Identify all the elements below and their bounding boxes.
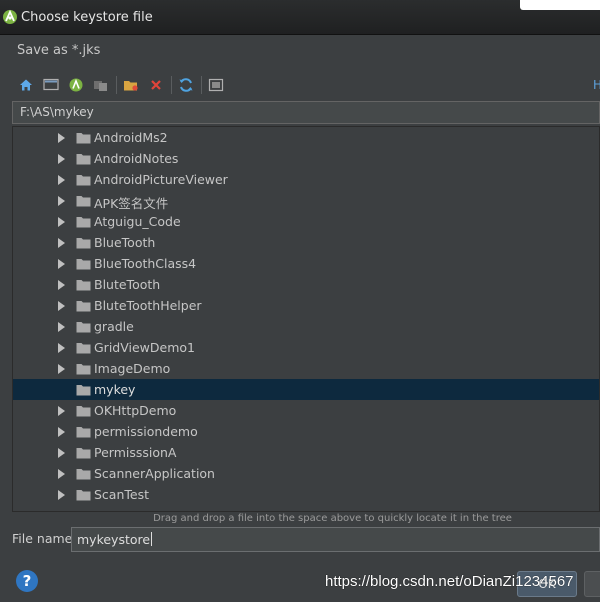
expand-arrow-icon[interactable] xyxy=(58,196,65,206)
folder-icon xyxy=(76,279,91,294)
tree-item[interactable]: AndroidNotes xyxy=(13,148,599,169)
folder-icon xyxy=(76,174,91,189)
title-bar: Choose keystore file xyxy=(0,0,600,35)
tree-item[interactable]: AndroidPictureViewer xyxy=(13,169,599,190)
path-input[interactable]: F:\AS\mykey xyxy=(12,101,600,124)
file-name-input[interactable]: mykeystore xyxy=(71,527,600,552)
expand-arrow-icon[interactable] xyxy=(58,448,65,458)
expand-arrow-icon[interactable] xyxy=(58,322,65,332)
expand-arrow-icon[interactable] xyxy=(58,217,65,227)
tree-item-label: ScannerApplication xyxy=(94,466,215,481)
file-tree[interactable]: AndroidMs2 AndroidNotes AndroidPictureView… xyxy=(12,126,600,512)
expand-arrow-icon[interactable] xyxy=(58,154,65,164)
folder-icon xyxy=(76,153,91,168)
expand-arrow-icon[interactable] xyxy=(58,301,65,311)
folder-icon xyxy=(76,195,91,210)
expand-arrow-icon[interactable] xyxy=(58,175,65,185)
expand-arrow-icon[interactable] xyxy=(58,133,65,143)
folder-icon xyxy=(76,363,91,378)
watermark-text: https://blog.csdn.net/oDianZi1234567 xyxy=(325,573,574,590)
tree-item[interactable]: permissiondemo xyxy=(13,421,599,442)
tree-item[interactable]: BluteToothHelper xyxy=(13,295,599,316)
expand-arrow-icon[interactable] xyxy=(58,406,65,416)
tree-item[interactable]: ImageDemo xyxy=(13,358,599,379)
show-hidden-icon[interactable] xyxy=(205,75,227,95)
android-project-icon[interactable] xyxy=(65,75,87,95)
folder-icon xyxy=(76,342,91,357)
folder-icon xyxy=(76,216,91,231)
tree-item[interactable]: Atguigu_Code xyxy=(13,211,599,232)
folder-icon xyxy=(76,447,91,462)
expand-arrow-icon[interactable] xyxy=(58,427,65,437)
tree-item-label: Atguigu_Code xyxy=(94,214,181,229)
tree-item-label: AndroidMs2 xyxy=(94,130,168,145)
tree-item[interactable]: BlueTooth xyxy=(13,232,599,253)
tree-item-label: gradle xyxy=(94,319,134,334)
tree-item-label: ScanTest xyxy=(94,487,150,502)
tree-item[interactable]: APK签名文件 xyxy=(13,190,599,211)
folder-icon xyxy=(76,258,91,273)
toolbar-separator xyxy=(171,76,172,94)
file-name-label: File name: xyxy=(12,531,77,546)
tree-item-label: BluteToothHelper xyxy=(94,298,202,313)
tree-item-label: PermisssionA xyxy=(94,445,177,460)
tree-item-label: AndroidPictureViewer xyxy=(94,172,228,187)
tree-item-label: BluteTooth xyxy=(94,277,161,292)
help-button[interactable]: ? xyxy=(16,570,38,592)
tree-item[interactable]: OKHttpDemo xyxy=(13,400,599,421)
folder-icon xyxy=(76,489,91,504)
folder-icon xyxy=(76,468,91,483)
new-folder-icon[interactable] xyxy=(120,75,142,95)
tree-item[interactable]: PermisssionA xyxy=(13,442,599,463)
tree-item[interactable]: ScanTest xyxy=(13,484,599,505)
tree-item-label: APK签名文件 xyxy=(94,196,169,211)
refresh-icon[interactable] xyxy=(175,75,197,95)
toolbar-separator xyxy=(201,76,202,94)
folder-icon xyxy=(76,405,91,420)
expand-arrow-icon[interactable] xyxy=(58,280,65,290)
dialog-subtitle: Save as *.jks xyxy=(17,43,101,58)
window-title: Choose keystore file xyxy=(21,10,153,25)
toolbar-separator xyxy=(116,76,117,94)
cancel-button[interactable] xyxy=(584,571,600,597)
tree-item-label: permissiondemo xyxy=(94,424,198,439)
tree-item-label: BlueTooth xyxy=(94,235,156,250)
tree-item[interactable]: gradle xyxy=(13,316,599,337)
folder-icon xyxy=(76,321,91,336)
folder-icon xyxy=(76,132,91,147)
tree-item[interactable]: ScannerApplication xyxy=(13,463,599,484)
expand-arrow-icon[interactable] xyxy=(58,364,65,374)
expand-arrow-icon[interactable] xyxy=(58,343,65,353)
desktop-icon[interactable] xyxy=(40,75,62,95)
folder-icon xyxy=(76,300,91,315)
tree-item-label: OKHttpDemo xyxy=(94,403,177,418)
expand-arrow-icon[interactable] xyxy=(58,490,65,500)
module-icon[interactable] xyxy=(90,75,112,95)
drag-drop-hint: Drag and drop a file into the space abov… xyxy=(153,513,512,524)
folder-icon xyxy=(76,384,91,399)
file-name-value: mykeystore xyxy=(77,532,151,547)
expand-arrow-icon[interactable] xyxy=(58,259,65,269)
tree-item[interactable]: BlueToothClass4 xyxy=(13,253,599,274)
tree-item-label: AndroidNotes xyxy=(94,151,179,166)
tree-item-label: BlueToothClass4 xyxy=(94,256,197,271)
expand-arrow-icon[interactable] xyxy=(58,238,65,248)
tree-item-label: ImageDemo xyxy=(94,361,171,376)
tree-item[interactable]: mykey xyxy=(13,379,599,400)
tree-item[interactable]: BluteTooth xyxy=(13,274,599,295)
android-studio-icon xyxy=(2,9,18,28)
tree-item-label: GridViewDemo1 xyxy=(94,340,195,355)
text-caret xyxy=(151,532,153,546)
folder-icon xyxy=(76,426,91,441)
tree-item[interactable]: GridViewDemo1 xyxy=(13,337,599,358)
delete-icon[interactable] xyxy=(145,75,167,95)
home-icon[interactable] xyxy=(15,75,37,95)
file-toolbar xyxy=(15,74,230,96)
expand-arrow-icon[interactable] xyxy=(58,469,65,479)
help-link-edge[interactable]: H xyxy=(593,78,600,92)
folder-icon xyxy=(76,237,91,252)
tree-item-label: mykey xyxy=(94,382,136,397)
overlay-badge xyxy=(520,0,600,10)
tree-item[interactable]: AndroidMs2 xyxy=(13,127,599,148)
